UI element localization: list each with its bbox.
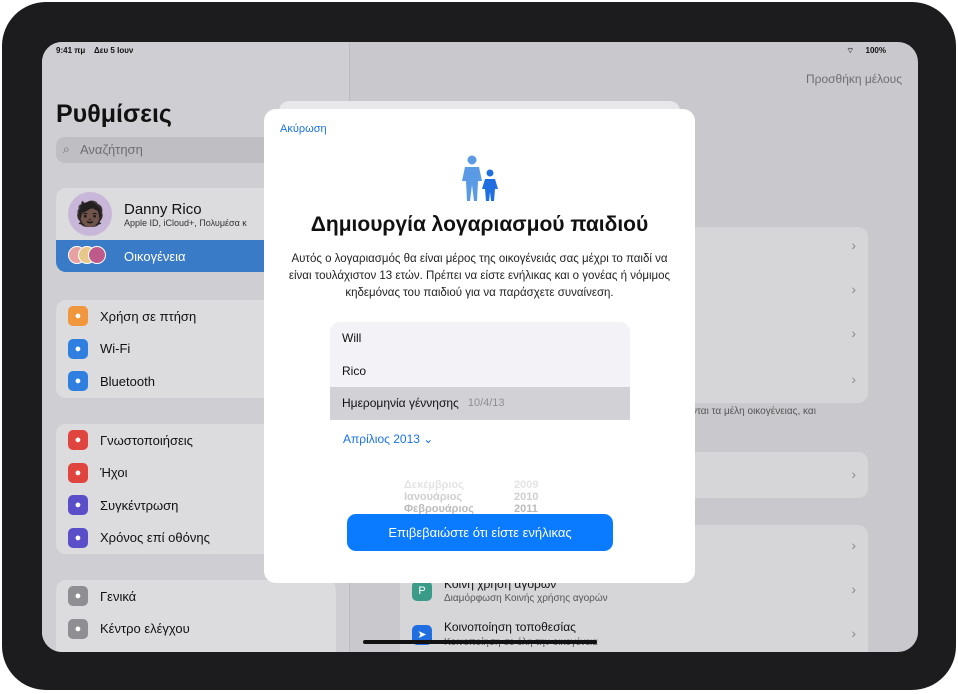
last-name-field[interactable]: Rico (330, 355, 630, 388)
sidebar-item-label: Χρήση σε πτήση (100, 308, 197, 324)
chevron-right-icon[interactable]: › (851, 371, 856, 387)
airplane-icon: ● (68, 306, 88, 327)
chevron-down-icon: ⌄ (423, 432, 434, 446)
home-indicator[interactable] (363, 640, 597, 644)
chevron-right-icon[interactable]: › (851, 237, 856, 253)
page-title: Ρυθμίσεις (56, 100, 172, 128)
date-wheel[interactable]: Δεκέμβριος 2009 Ιανουάριος 2010 Φεβρουάριος 2… (404, 479, 538, 515)
profile-name: Danny Rico (124, 200, 202, 218)
hourglass-icon: ● (68, 527, 88, 548)
birthdate-value: 10/4/13 (467, 397, 505, 410)
purchase-sharing-icon: P (412, 581, 432, 601)
chevron-right-icon[interactable]: › (851, 625, 856, 641)
child-details-form: Will Rico Ημερομηνία γέννησης 10/4/13 (330, 322, 630, 420)
sidebar-item[interactable]: ● Κέντρο ελέγχου (56, 613, 336, 646)
add-member-button[interactable]: Προσθήκη μέλους (806, 72, 902, 86)
sidebar-item-label: Wi-Fi (100, 341, 131, 357)
moon-icon: ● (68, 495, 88, 516)
wifi-status-icon: ⌔ (846, 46, 854, 55)
confirm-adult-button[interactable]: Επιβεβαιώστε ότι είστε ενήλικας (347, 514, 613, 551)
search-placeholder: Αναζήτηση (80, 142, 143, 157)
toggles-icon: ● (68, 618, 88, 639)
sidebar-item-label: Ήχοι (100, 465, 128, 481)
create-child-account-dialog: Ακύρωση Δημιουργία λογαριασμού παιδιού Α… (264, 109, 695, 583)
birthdate-label: Ημερομηνία γέννησης (342, 396, 459, 411)
wheel-year: 2009 (514, 479, 539, 491)
speaker-icon: ● (68, 462, 88, 483)
first-name-field[interactable]: Will (330, 322, 630, 355)
location-sharing-title[interactable]: Κοινοποίηση τοποθεσίας (444, 620, 576, 634)
dialog-description: Αυτός ο λογαριασμός θα είναι μέρος της ο… (288, 253, 671, 299)
purchase-sharing-subtitle: Διαμόρφωση Κοινής χρήσης αγορών (444, 593, 608, 604)
wheel-month: Δεκέμβριος (404, 479, 464, 491)
sidebar-item-label: Συγκέντρωση (100, 497, 179, 513)
profile-subtitle: Apple ID, iCloud+, Πολυμέσα κ (124, 217, 247, 228)
status-date: Δευ 5 Ιουν (94, 46, 134, 55)
sidebar-item-label: Bluetooth (100, 373, 155, 389)
general-group: ● Γενικά ● Κέντρο ελέγχου (56, 580, 336, 652)
battery-level: 100% (865, 46, 886, 55)
footnote: νται τα μέλη οικογένειας, και (692, 406, 816, 417)
wheel-year: 2010 (514, 491, 539, 503)
month-year-label: Απρίλιος 2013 (343, 432, 420, 446)
wheel-month: Ιανουάριος (404, 491, 463, 503)
wheel-row: Δεκέμβριος 2009 (404, 479, 538, 491)
sidebar-item[interactable]: ● Γενικά (56, 580, 336, 613)
chevron-right-icon[interactable]: › (851, 537, 856, 553)
sidebar-item-label: Οικογένεια (124, 248, 186, 264)
family-avatars (68, 245, 118, 267)
cancel-button[interactable]: Ακύρωση (280, 123, 327, 135)
bell-icon: ● (68, 430, 88, 451)
chevron-right-icon[interactable]: › (851, 281, 856, 297)
wifi-icon: ● (68, 338, 88, 359)
chevron-right-icon[interactable]: › (851, 325, 856, 341)
sidebar-item-label: Γενικά (100, 588, 137, 604)
wheel-row: Ιανουάριος 2010 (404, 491, 538, 503)
month-year-picker[interactable]: Απρίλιος 2013 ⌄ (343, 432, 433, 446)
birthdate-field[interactable]: Ημερομηνία γέννησης 10/4/13 (330, 387, 630, 420)
sidebar-item-label: Χρόνος επί οθόνης (100, 530, 210, 546)
avatar: 🧑🏿 (68, 192, 112, 236)
chevron-right-icon[interactable]: › (851, 581, 856, 597)
gear-icon: ● (68, 586, 88, 607)
chevron-right-icon: › (851, 466, 856, 482)
status-time: 9:41 πμ (56, 46, 86, 55)
search-icon: ⌕ (63, 142, 70, 156)
sidebar-item-label: Κέντρο ελέγχου (100, 621, 190, 637)
sidebar-item-label: Γνωστοποιήσεις (100, 432, 193, 448)
parent-child-icon (459, 155, 501, 212)
dialog-title: Δημιουργία λογαριασμού παιδιού (310, 213, 649, 236)
bluetooth-icon: ● (68, 371, 88, 392)
